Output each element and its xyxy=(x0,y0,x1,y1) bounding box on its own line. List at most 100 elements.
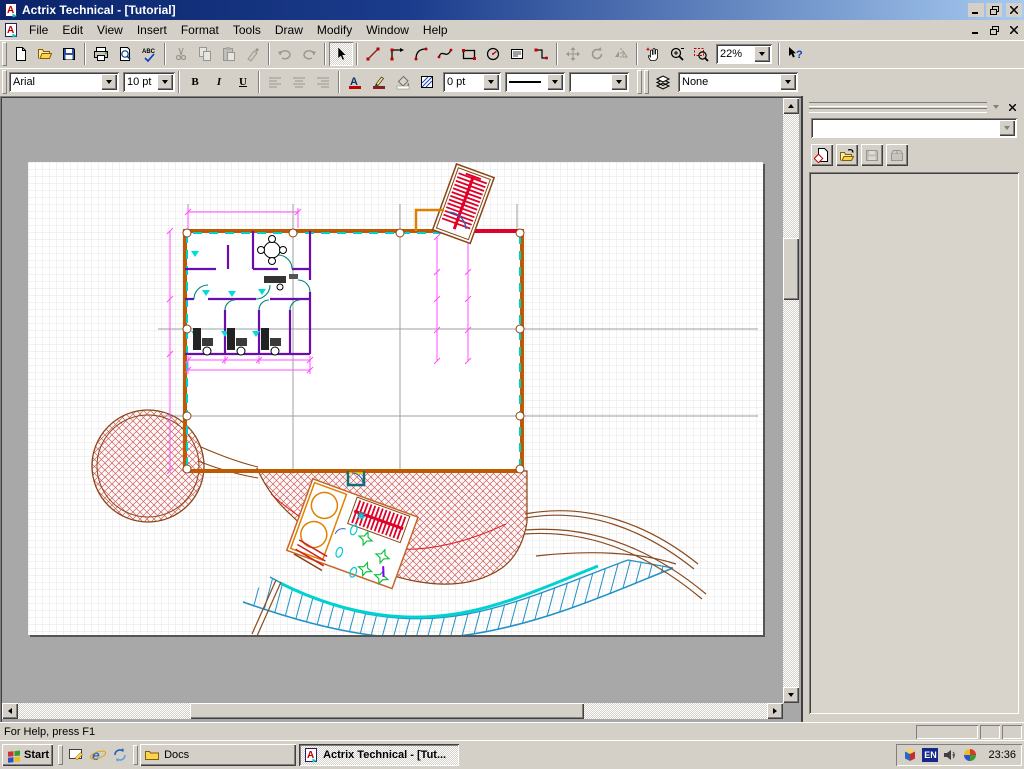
antivirus-tray-icon[interactable] xyxy=(902,747,918,763)
circle-tool-button[interactable] xyxy=(481,42,505,66)
taskbar-clock[interactable]: 23:36 xyxy=(988,749,1016,761)
save-button[interactable] xyxy=(57,42,81,66)
align-center-button[interactable] xyxy=(287,70,311,94)
scroll-down-button[interactable] xyxy=(783,687,799,703)
size-combo-arrow[interactable] xyxy=(157,74,173,90)
font-color-button[interactable]: A xyxy=(343,70,367,94)
align-right-button[interactable] xyxy=(311,70,335,94)
scroll-up-button[interactable] xyxy=(783,98,799,114)
panel-close-button[interactable] xyxy=(1005,100,1019,114)
zoom-level-combo[interactable]: 22% xyxy=(716,44,772,64)
vertical-scroll-thumb[interactable] xyxy=(783,238,799,300)
line-weight-combo[interactable]: 0 pt xyxy=(443,72,501,92)
align-left-button[interactable] xyxy=(263,70,287,94)
arc-tool-button[interactable] xyxy=(409,42,433,66)
underline-button[interactable]: U xyxy=(231,70,255,94)
move-button[interactable] xyxy=(561,42,585,66)
restore-button[interactable] xyxy=(986,3,1002,17)
channels-icon[interactable] xyxy=(109,744,131,766)
font-combo-arrow[interactable] xyxy=(101,74,117,90)
menu-format[interactable]: Format xyxy=(174,20,226,40)
zoom-window-button[interactable] xyxy=(689,42,713,66)
textbox-tool-button[interactable] xyxy=(505,42,529,66)
weight-combo-arrow[interactable] xyxy=(483,74,499,90)
show-desktop-icon[interactable] xyxy=(65,744,87,766)
italic-button[interactable]: I xyxy=(207,70,231,94)
menu-file[interactable]: File xyxy=(22,20,55,40)
menu-window[interactable]: Window xyxy=(359,20,416,40)
hatch-pattern-button[interactable] xyxy=(415,70,439,94)
library-insert-button[interactable] xyxy=(886,144,908,166)
menu-edit[interactable]: Edit xyxy=(55,20,90,40)
document-icon[interactable]: A xyxy=(0,19,22,41)
horizontal-scroll-thumb[interactable] xyxy=(190,703,584,719)
menu-tools[interactable]: Tools xyxy=(226,20,268,40)
minimize-button[interactable] xyxy=(968,3,984,17)
doc-minimize-button[interactable] xyxy=(968,23,984,37)
panel-menu-button[interactable] xyxy=(989,100,1003,114)
scroll-right-button[interactable] xyxy=(767,703,783,719)
task-button-docs[interactable]: Docs xyxy=(140,744,296,766)
font-name-combo[interactable]: Arial xyxy=(9,72,119,92)
pen-color-button[interactable] xyxy=(367,70,391,94)
color-combo-arrow[interactable] xyxy=(611,74,627,90)
zoom-combo-arrow[interactable] xyxy=(754,46,770,62)
style-combo-arrow[interactable] xyxy=(547,74,563,90)
title-bar[interactable]: A Actrix Technical - [Tutorial] xyxy=(0,0,1024,20)
pan-button[interactable] xyxy=(641,42,665,66)
print-preview-button[interactable] xyxy=(113,42,137,66)
doc-close-button[interactable] xyxy=(1006,23,1022,37)
paste-button[interactable] xyxy=(217,42,241,66)
layer-combo-arrow[interactable] xyxy=(780,74,796,90)
redo-button[interactable] xyxy=(297,42,321,66)
line-tool-button[interactable] xyxy=(361,42,385,66)
scroll-left-button[interactable] xyxy=(2,703,18,719)
rectangle-tool-button[interactable] xyxy=(457,42,481,66)
task-button-actrix[interactable]: A Actrix Technical - [Tut... xyxy=(299,744,459,766)
toolbar-gripper[interactable] xyxy=(2,42,7,66)
cut-button[interactable] xyxy=(169,42,193,66)
library-save-button[interactable] xyxy=(861,144,883,166)
vertical-scrollbar[interactable] xyxy=(783,98,799,703)
context-help-button[interactable]: ? xyxy=(783,42,807,66)
horizontal-scrollbar[interactable] xyxy=(2,703,783,719)
drawing-page[interactable] xyxy=(28,162,763,635)
layers-button[interactable] xyxy=(651,70,675,94)
spelling-button[interactable]: ABC xyxy=(137,42,161,66)
toolbar-gripper[interactable] xyxy=(2,70,7,94)
menu-insert[interactable]: Insert xyxy=(130,20,174,40)
library-combo[interactable] xyxy=(811,118,1017,138)
volume-tray-icon[interactable] xyxy=(942,747,958,763)
font-size-combo[interactable]: 10 pt xyxy=(123,72,175,92)
menu-view[interactable]: View xyxy=(90,20,130,40)
internet-explorer-icon[interactable]: e xyxy=(87,744,109,766)
menu-draw[interactable]: Draw xyxy=(268,20,310,40)
rotate-button[interactable] xyxy=(585,42,609,66)
zoom-button[interactable] xyxy=(665,42,689,66)
menu-help[interactable]: Help xyxy=(416,20,455,40)
library-combo-arrow[interactable] xyxy=(999,120,1015,136)
layer-combo[interactable]: None xyxy=(678,72,798,92)
drawing-workspace[interactable] xyxy=(0,96,801,722)
format-painter-button[interactable] xyxy=(241,42,265,66)
bold-button[interactable]: B xyxy=(183,70,207,94)
menu-modify[interactable]: Modify xyxy=(310,20,359,40)
copy-button[interactable] xyxy=(193,42,217,66)
select-button[interactable] xyxy=(329,42,353,66)
mirror-button[interactable] xyxy=(609,42,633,66)
connector-tool-button[interactable] xyxy=(529,42,553,66)
print-button[interactable] xyxy=(89,42,113,66)
new-button[interactable] xyxy=(9,42,33,66)
display-tray-icon[interactable] xyxy=(962,747,978,763)
line-style-combo[interactable] xyxy=(505,72,565,92)
start-button[interactable]: Start xyxy=(2,744,53,766)
library-open-button[interactable] xyxy=(836,144,858,166)
doc-restore-button[interactable] xyxy=(986,23,1002,37)
line-color-combo[interactable] xyxy=(569,72,629,92)
library-list[interactable] xyxy=(809,172,1019,714)
spline-tool-button[interactable] xyxy=(433,42,457,66)
panel-gripper[interactable] xyxy=(809,102,987,113)
open-button[interactable] xyxy=(33,42,57,66)
fill-color-button[interactable] xyxy=(391,70,415,94)
polyline-tool-button[interactable] xyxy=(385,42,409,66)
